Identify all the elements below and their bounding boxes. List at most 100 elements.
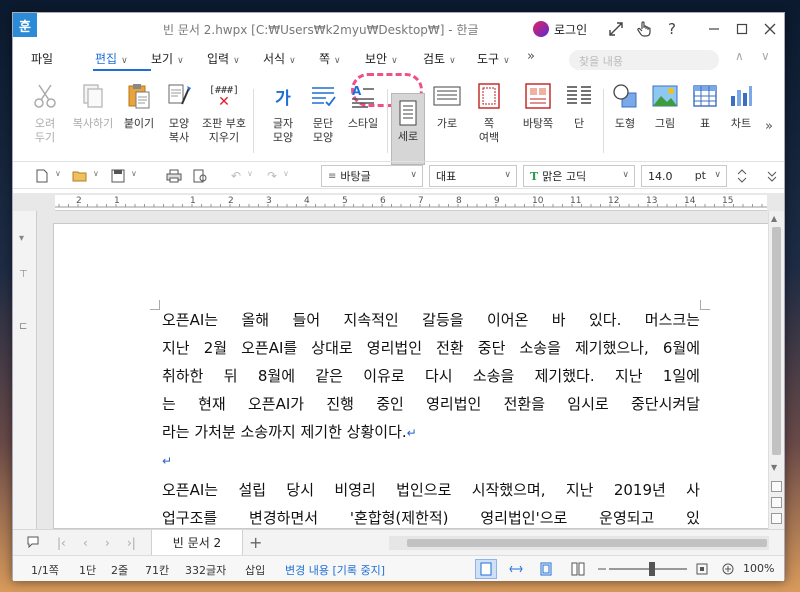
- table-button[interactable]: 표: [685, 81, 725, 161]
- landscape-button[interactable]: 가로: [427, 81, 467, 161]
- vertical-ruler[interactable]: ▾ ⊤ ⊏: [13, 211, 37, 529]
- next-tab-icon[interactable]: ›: [105, 536, 110, 550]
- expand-icon[interactable]: [605, 18, 627, 40]
- chevron-down-icon[interactable]: ∨: [131, 169, 137, 178]
- chart-button[interactable]: 차트: [721, 81, 761, 161]
- login-button[interactable]: 로그인: [533, 19, 587, 39]
- menu-format[interactable]: 서식 ∨: [263, 50, 296, 67]
- find-page-icon[interactable]: [771, 497, 782, 508]
- save-icon[interactable]: [109, 167, 127, 185]
- add-tab-icon[interactable]: +: [249, 533, 262, 552]
- portrait-button[interactable]: 세로: [391, 93, 425, 165]
- font-select[interactable]: T 맑은 고딕 ∨: [523, 165, 635, 187]
- horizontal-scrollbar[interactable]: [389, 536, 769, 550]
- open-folder-icon[interactable]: [71, 167, 89, 185]
- picture-button[interactable]: 그림: [645, 81, 685, 161]
- copy-button[interactable]: 복사하기: [69, 81, 117, 161]
- language-select[interactable]: 대표 ∨: [429, 165, 517, 187]
- style-select[interactable]: ≡ 바탕글 ∨: [321, 165, 423, 187]
- menu-page[interactable]: 쪽 ∨: [319, 50, 341, 67]
- zoom-fit-icon[interactable]: [691, 559, 713, 579]
- undo-icon[interactable]: ↶: [227, 167, 245, 185]
- zoom-slider-knob[interactable]: [649, 562, 655, 576]
- doc-tab-active[interactable]: 빈 문서 2: [151, 530, 243, 556]
- clear-codes-label: 조판 부호 지우기: [202, 117, 246, 144]
- find-input[interactable]: 찾을 내용: [569, 50, 719, 70]
- comment-icon[interactable]: [27, 536, 39, 551]
- next-page-icon[interactable]: [771, 513, 782, 524]
- menu-file-label: 파일: [31, 52, 54, 66]
- document-area[interactable]: 2 1 1 2 3 4 5 6 7 8 9 10 11 12 13 14 15 ▾ ⊤ ⊏ 오픈AI는 올해 들…: [13, 193, 784, 529]
- new-document-icon[interactable]: [33, 167, 51, 185]
- scroll-thumb[interactable]: [772, 227, 781, 455]
- menu-tools[interactable]: 도구 ∨: [477, 50, 510, 67]
- redo-icon[interactable]: ↷: [263, 167, 281, 185]
- format-copy-label: 모양 복사: [168, 117, 190, 144]
- toolbar-expand-icon[interactable]: [763, 167, 781, 185]
- chevron-down-icon[interactable]: ∨: [283, 169, 289, 178]
- app-logo-icon[interactable]: 훈: [13, 13, 37, 37]
- page-margin-button[interactable]: 쪽 여백: [469, 81, 509, 161]
- document-page[interactable]: 오픈AI는 올해 들어 지속적인 갈등을 이어온 바 있다. 머스크는 지난 2…: [53, 223, 769, 529]
- shapes-button[interactable]: 도형: [605, 81, 645, 161]
- text-line: 업구조를 변경하면서 '혼합형(제한적) 영리법인'으로 운영되고 있: [162, 509, 700, 527]
- zoom-slider-track[interactable]: [609, 568, 687, 570]
- scroll-thumb[interactable]: [407, 539, 767, 547]
- status-page[interactable]: 1/1쪽: [31, 562, 59, 578]
- para-shape-button[interactable]: 문단 모양: [303, 81, 343, 161]
- clear-codes-button[interactable]: [###] ✕ 조판 부호 지우기: [199, 81, 249, 161]
- minimize-icon[interactable]: [703, 18, 725, 40]
- status-track-changes[interactable]: 변경 내용 [기록 중지]: [285, 562, 385, 578]
- menu-insert[interactable]: 입력 ∨: [207, 50, 240, 67]
- menu-view[interactable]: 보기 ∨: [151, 50, 184, 67]
- chevron-down-icon[interactable]: ∨: [93, 169, 99, 178]
- format-copy-button[interactable]: 모양 복사: [159, 81, 199, 161]
- char-shape-label: 글자 모양: [272, 117, 294, 144]
- ribbon-more-icon[interactable]: »: [765, 119, 773, 134]
- horizontal-ruler[interactable]: 2 1 1 2 3 4 5 6 7 8 9 10 11 12 13 14 15: [55, 195, 767, 211]
- zoom-level[interactable]: 100%: [743, 562, 774, 575]
- help-icon[interactable]: ?: [661, 18, 683, 40]
- status-mode[interactable]: 삽입: [245, 562, 265, 578]
- scroll-up-icon[interactable]: ▲: [771, 214, 777, 223]
- scroll-down-icon[interactable]: ▼: [771, 463, 777, 472]
- style-button[interactable]: A 스타일: [343, 81, 383, 161]
- master-page-button[interactable]: 바탕쪽: [515, 81, 561, 161]
- font-size-select[interactable]: 14.0 pt ∨: [641, 165, 727, 187]
- prev-tab-icon[interactable]: ‹: [83, 536, 88, 550]
- spin-updown-icon[interactable]: [733, 167, 751, 185]
- ribbon-divider: [387, 89, 388, 153]
- hand-pointer-icon[interactable]: [633, 18, 655, 40]
- text-line-content: 라는 가처분 소송까지 제기한 상황이다.: [162, 423, 407, 441]
- cut-button[interactable]: 오려 두기: [25, 81, 65, 161]
- last-tab-icon[interactable]: ›|: [127, 536, 136, 550]
- menu-overflow-icon[interactable]: »: [527, 49, 535, 64]
- paragraph-2[interactable]: 오픈AI는 설립 당시 비영리 법인으로 시작했으며, 지난 2019년 사 업…: [162, 476, 700, 532]
- chevron-down-icon[interactable]: ∨: [761, 49, 770, 63]
- char-shape-button[interactable]: 가 글자 모양: [263, 81, 303, 161]
- vertical-scrollbar[interactable]: ▲ ▼: [768, 211, 784, 529]
- page-view-icon[interactable]: [475, 559, 497, 579]
- multi-page-icon[interactable]: [567, 559, 589, 579]
- empty-paragraph[interactable]: ↵: [162, 446, 700, 475]
- first-tab-icon[interactable]: |‹: [57, 536, 66, 550]
- menu-edit[interactable]: 편집 ∨: [95, 50, 128, 67]
- fit-width-icon[interactable]: [505, 559, 527, 579]
- close-icon[interactable]: [759, 18, 781, 40]
- chevron-down-icon[interactable]: ∨: [247, 169, 253, 178]
- chevron-down-icon[interactable]: ∨: [55, 169, 61, 178]
- chevron-up-icon[interactable]: ∧: [735, 49, 744, 63]
- print-preview-icon[interactable]: [191, 167, 209, 185]
- menu-security[interactable]: 보안 ∨: [365, 50, 398, 67]
- ruler-number: 2: [76, 196, 82, 206]
- zoom-in-icon[interactable]: [717, 559, 739, 579]
- paste-button[interactable]: 붙이기: [119, 81, 159, 161]
- columns-button[interactable]: 단: [559, 81, 599, 161]
- menu-file[interactable]: 파일: [31, 50, 53, 67]
- fit-page-icon[interactable]: [535, 559, 557, 579]
- prev-page-icon[interactable]: [771, 481, 782, 492]
- menu-review[interactable]: 검토 ∨: [423, 50, 456, 67]
- print-icon[interactable]: [165, 167, 183, 185]
- paragraph-1[interactable]: 오픈AI는 올해 들어 지속적인 갈등을 이어온 바 있다. 머스크는 지난 2…: [162, 306, 700, 447]
- maximize-icon[interactable]: [731, 18, 753, 40]
